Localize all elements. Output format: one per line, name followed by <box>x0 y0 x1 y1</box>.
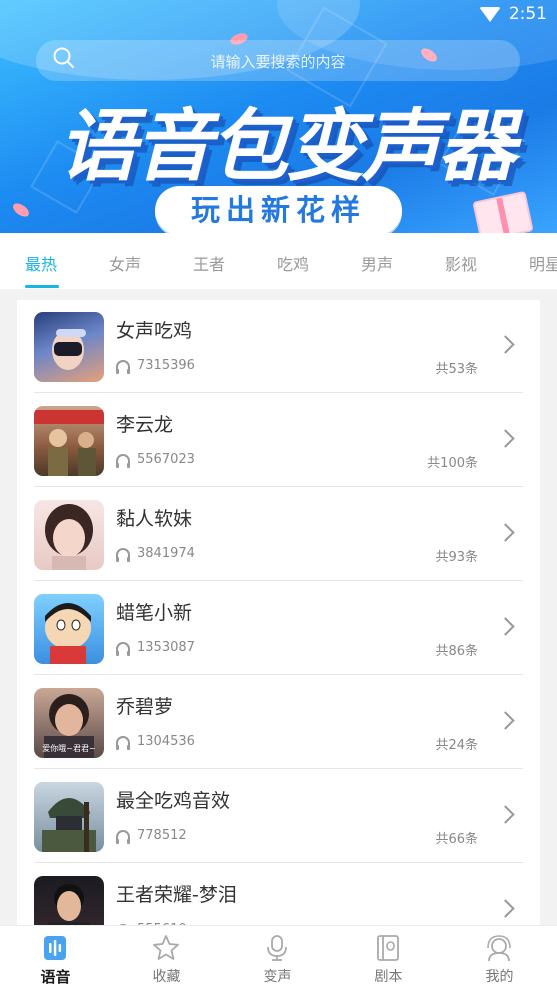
search-placeholder: 请输入要搜索的内容 <box>210 53 346 71</box>
item-title: 黏人软妹 <box>116 508 193 530</box>
headphones-icon <box>116 454 130 468</box>
gift-box-icon <box>472 190 534 233</box>
thumbnail <box>34 594 104 664</box>
play-count: 778512 <box>116 828 187 844</box>
chevron-right-icon <box>496 523 515 542</box>
tab-film[interactable]: 影视 <box>445 251 477 275</box>
play-count: 1353087 <box>116 640 195 656</box>
status-time: 2:51 <box>508 4 547 24</box>
nav-label: 语音 <box>40 968 71 986</box>
play-count: 3841974 <box>116 546 195 562</box>
user-icon <box>487 935 511 962</box>
list-item[interactable]: 黏人软妹 3841974 共93条 <box>17 488 540 581</box>
thumbnail <box>34 782 104 852</box>
voice-pack-list: 女声吃鸡 7315396 共53条 李云龙 5567023 共100条 黏人软妹… <box>17 300 540 930</box>
item-title: 乔碧萝 <box>116 696 174 718</box>
chevron-right-icon <box>496 335 515 354</box>
nav-favorites[interactable]: 收藏 <box>111 926 222 992</box>
list-item[interactable]: 女声吃鸡 7315396 共53条 <box>17 300 540 393</box>
nav-script[interactable]: 剧本 <box>333 926 444 992</box>
chevron-right-icon <box>496 805 515 824</box>
nav-label: 收藏 <box>152 969 181 985</box>
item-title: 王者荣耀-梦泪 <box>116 884 237 906</box>
thumbnail: 爱你哦~君君~ <box>34 688 104 758</box>
headphones-icon <box>116 360 130 374</box>
list-item[interactable]: 李云龙 5567023 共100条 <box>17 394 540 487</box>
bottom-nav: 语音 收藏 变声 剧本 我的 <box>0 925 557 992</box>
item-count: 共53条 <box>435 362 478 377</box>
item-count: 共86条 <box>435 644 478 659</box>
headphones-icon <box>116 830 130 844</box>
nav-profile[interactable]: 我的 <box>444 926 555 992</box>
headphones-icon <box>116 548 130 562</box>
item-count: 共93条 <box>435 550 478 565</box>
chevron-right-icon <box>496 899 515 918</box>
nav-label: 变声 <box>263 969 292 985</box>
tab-male[interactable]: 男声 <box>361 251 393 275</box>
list-item[interactable]: 王者荣耀-梦泪 555610 共87条 <box>17 864 540 930</box>
headphones-icon <box>116 642 130 656</box>
search-input[interactable]: 请输入要搜索的内容 <box>36 40 520 81</box>
banner-tagline: 玩出新花样 <box>155 186 402 233</box>
thumbnail <box>34 500 104 570</box>
thumbnail-caption: 爱你哦~君君~ <box>42 744 96 753</box>
script-book-icon <box>377 935 399 961</box>
banner-headline: 语音包变声器 <box>58 102 516 192</box>
divider <box>34 674 523 675</box>
divider <box>34 486 523 487</box>
headphones-icon <box>116 736 130 750</box>
nav-voice[interactable]: 语音 <box>0 926 111 992</box>
banner[interactable]: 2:51 请输入要搜索的内容 语音包变声器 玩出新花样 <box>0 0 557 233</box>
list-item[interactable]: 最全吃鸡音效 778512 共66条 <box>17 770 540 863</box>
category-tabs: 最热 女声 王者 吃鸡 男声 影视 明星 <box>0 233 557 289</box>
active-tab-indicator <box>25 285 59 288</box>
nav-label: 剧本 <box>374 969 403 985</box>
thumbnail <box>34 406 104 476</box>
nav-label: 我的 <box>485 969 514 985</box>
chevron-right-icon <box>496 617 515 636</box>
tab-female[interactable]: 女声 <box>109 251 141 275</box>
voice-icon <box>44 936 66 960</box>
list-item[interactable]: 蜡笔小新 1353087 共86条 <box>17 582 540 675</box>
thumbnail <box>34 312 104 382</box>
item-title: 女声吃鸡 <box>116 320 193 342</box>
tab-star[interactable]: 明星 <box>529 251 557 275</box>
item-count: 共100条 <box>427 456 478 471</box>
chevron-right-icon <box>496 429 515 448</box>
divider <box>34 392 523 393</box>
tab-pubg[interactable]: 吃鸡 <box>277 251 309 275</box>
petal-decoration <box>10 200 32 220</box>
tab-king[interactable]: 王者 <box>193 251 225 275</box>
divider <box>34 580 523 581</box>
divider <box>34 768 523 769</box>
item-title: 最全吃鸡音效 <box>116 790 231 812</box>
play-count: 5567023 <box>116 452 195 468</box>
item-count: 共66条 <box>435 832 478 847</box>
list-item[interactable]: 爱你哦~君君~ 乔碧萝 1304536 共24条 <box>17 676 540 769</box>
nav-voice-changer[interactable]: 变声 <box>222 926 333 992</box>
star-icon <box>153 935 179 960</box>
divider <box>34 862 523 863</box>
item-title: 蜡笔小新 <box>116 602 193 624</box>
item-title: 李云龙 <box>116 414 174 436</box>
play-count: 1304536 <box>116 734 195 750</box>
microphone-icon <box>267 935 287 961</box>
play-count: 7315396 <box>116 358 195 374</box>
wifi-icon <box>478 6 501 22</box>
chevron-right-icon <box>496 711 515 730</box>
thumbnail <box>34 876 104 930</box>
tab-hot[interactable]: 最热 <box>25 251 57 275</box>
status-bar: 2:51 <box>478 4 547 24</box>
item-count: 共24条 <box>435 738 478 753</box>
